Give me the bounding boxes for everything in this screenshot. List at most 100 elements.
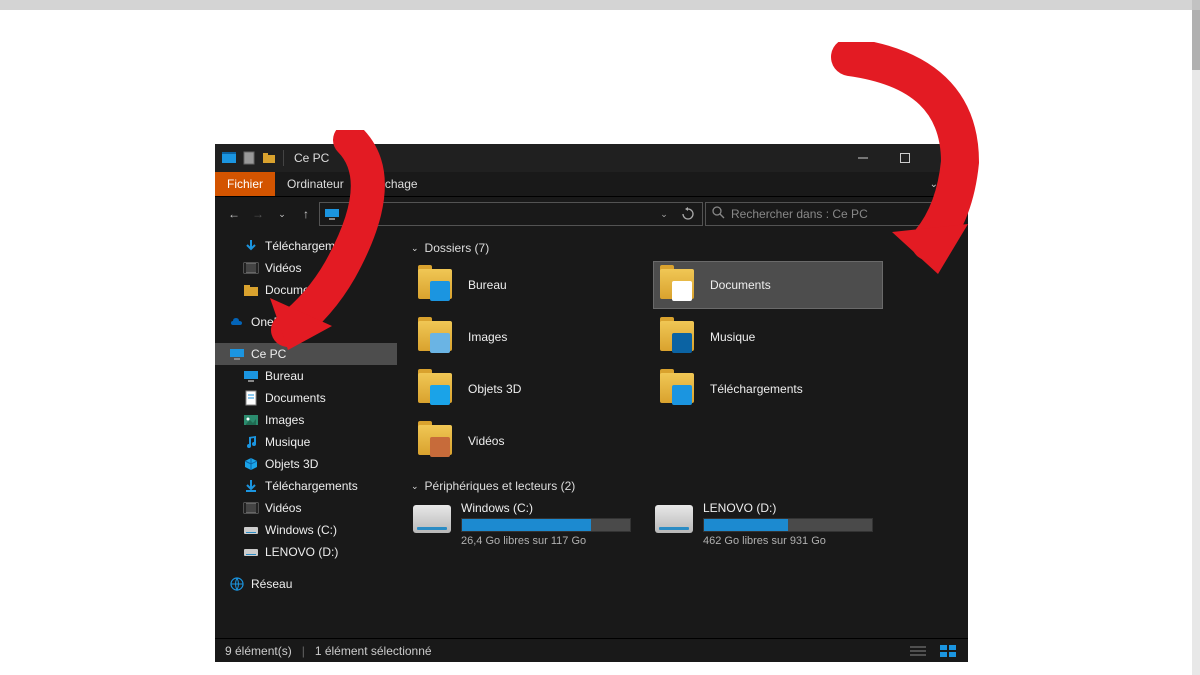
folder-objets-3d[interactable]: Objets 3D: [411, 365, 641, 413]
app-icon: [221, 150, 237, 166]
drive-free-text: 462 Go libres sur 931 Go: [703, 535, 881, 547]
thispc-icon: [229, 346, 245, 362]
sidebar-item-videos[interactable]: Vidéos: [215, 257, 397, 279]
nav-toolbar: ← → ⌄ ↑ ⌄ Rechercher dans : Ce PC: [215, 197, 968, 231]
folder-icon: [416, 317, 456, 357]
outer-scrollbar[interactable]: [1192, 10, 1200, 675]
status-count: 9 élément(s): [225, 644, 292, 658]
sidebar-item-objets-3d[interactable]: Objets 3D: [215, 453, 397, 475]
sidebar-item-musique[interactable]: Musique: [215, 431, 397, 453]
video-icon: [243, 260, 259, 276]
download-icon: [243, 238, 259, 254]
sidebar-item-documents-quick[interactable]: Documents: [215, 279, 397, 301]
folder-vid-os[interactable]: Vidéos: [411, 417, 641, 465]
sidebar-item-label: Téléchargements: [265, 479, 358, 493]
sidebar-item-onedrive[interactable]: OneDrive: [215, 311, 397, 333]
folder-images[interactable]: Images: [411, 313, 641, 361]
sidebar-item-label: Musique: [265, 435, 310, 449]
sidebar-item-label: Téléchargements: [265, 239, 358, 253]
nav-recent-chevron-icon[interactable]: ⌄: [271, 202, 293, 226]
address-dropdown-chevron-icon[interactable]: ⌄: [654, 204, 674, 224]
sidebar-item-downloads[interactable]: Téléchargements: [215, 235, 397, 257]
group-header-drives[interactable]: ⌄ Périphériques et lecteurs (2): [411, 479, 954, 493]
video-icon: [243, 500, 259, 516]
nav-back-button[interactable]: ←: [223, 202, 245, 226]
sidebar-item-documents[interactable]: Documents: [215, 387, 397, 409]
folder-label: Bureau: [468, 278, 507, 292]
view-details-button[interactable]: [908, 643, 928, 659]
tab-view[interactable]: Affichage: [356, 172, 430, 196]
sidebar-item-images[interactable]: Images: [215, 409, 397, 431]
sidebar-item-label: Vidéos: [265, 501, 301, 515]
folder-label: Documents: [710, 278, 771, 292]
folder-t-l-chargements[interactable]: Téléchargements: [653, 365, 883, 413]
folder-label: Objets 3D: [468, 382, 521, 396]
search-box[interactable]: Rechercher dans : Ce PC: [705, 202, 960, 226]
qat-properties-icon[interactable]: [241, 150, 257, 166]
image-icon: [243, 412, 259, 428]
tab-computer[interactable]: Ordinateur: [275, 172, 356, 196]
folder-label: Images: [468, 330, 507, 344]
drive-icon: [655, 505, 693, 533]
qat-newfolder-icon[interactable]: [261, 150, 277, 166]
drive-windows-c-[interactable]: Windows (C:)26,4 Go libres sur 117 Go: [411, 499, 641, 549]
statusbar: 9 élément(s) | 1 élément sélectionné: [215, 638, 968, 662]
ribbon-expand-chevron-icon[interactable]: ⌄: [930, 179, 938, 190]
address-thispc-icon: [324, 206, 340, 222]
tab-file[interactable]: Fichier: [215, 172, 275, 196]
folder-documents[interactable]: Documents: [653, 261, 883, 309]
sidebar-item-label: OneDrive: [251, 315, 302, 329]
music-icon: [243, 434, 259, 450]
sidebar-item-label: Objets 3D: [265, 457, 318, 471]
folder-label: Musique: [710, 330, 755, 344]
view-tiles-button[interactable]: [938, 643, 958, 659]
drive-lenovo-d-[interactable]: LENOVO (D:)462 Go libres sur 931 Go: [653, 499, 883, 549]
sidebar-item-lenovo-d-[interactable]: LENOVO (D:): [215, 541, 397, 563]
drive-name: Windows (C:): [461, 501, 639, 515]
nav-forward-button[interactable]: →: [247, 202, 269, 226]
sidebar-item-network[interactable]: Réseau: [215, 573, 397, 595]
sidebar-item-label: Vidéos: [265, 261, 301, 275]
sidebar-item-label: Réseau: [251, 577, 292, 591]
folder-musique[interactable]: Musique: [653, 313, 883, 361]
sidebar-item-thispc[interactable]: Ce PC: [215, 343, 397, 365]
drive-usage-bar: [703, 518, 873, 532]
close-button[interactable]: [926, 144, 968, 172]
sidebar-item-vid-os[interactable]: Vidéos: [215, 497, 397, 519]
titlebar: Ce PC: [215, 144, 968, 172]
document-icon: [243, 390, 259, 406]
folder-label: Téléchargements: [710, 382, 803, 396]
search-icon: [712, 206, 725, 222]
chevron-down-icon: ⌄: [411, 481, 419, 492]
sidebar-item-label: LENOVO (D:): [265, 545, 338, 559]
sidebar-item-t-l-chargements[interactable]: Téléchargements: [215, 475, 397, 497]
download-icon: [243, 478, 259, 494]
sidebar-item-windows-c-[interactable]: Windows (C:): [215, 519, 397, 541]
sidebar-item-bureau[interactable]: Bureau: [215, 365, 397, 387]
help-icon[interactable]: ?: [946, 176, 962, 192]
drive-icon: [243, 544, 259, 560]
navigation-pane[interactable]: Téléchargements Vidéos Documents OneDriv…: [215, 231, 397, 638]
chevron-down-icon: ⌄: [411, 243, 419, 254]
minimize-button[interactable]: [842, 144, 884, 172]
folder-icon: [416, 265, 456, 305]
refresh-button[interactable]: [678, 204, 698, 224]
desktop-icon: [243, 368, 259, 384]
sidebar-item-label: Ce PC: [251, 347, 286, 361]
folder-icon: [243, 282, 259, 298]
nav-up-button[interactable]: ↑: [295, 202, 317, 226]
group-header-folders[interactable]: ⌄ Dossiers (7): [411, 241, 954, 255]
window-title: Ce PC: [294, 151, 329, 165]
3d-icon: [243, 456, 259, 472]
sidebar-item-label: Documents: [265, 283, 326, 297]
sidebar-item-label: Windows (C:): [265, 523, 337, 537]
editor-ruler-top: [0, 0, 1192, 10]
search-placeholder: Rechercher dans : Ce PC: [731, 207, 868, 221]
drive-icon: [243, 522, 259, 538]
folder-bureau[interactable]: Bureau: [411, 261, 641, 309]
maximize-button[interactable]: [884, 144, 926, 172]
drive-usage-bar: [461, 518, 631, 532]
content-pane[interactable]: ⌄ Dossiers (7) Bureau Documents Images Musi…: [397, 231, 968, 638]
folder-icon: [658, 265, 698, 305]
address-bar[interactable]: ⌄: [319, 202, 703, 226]
